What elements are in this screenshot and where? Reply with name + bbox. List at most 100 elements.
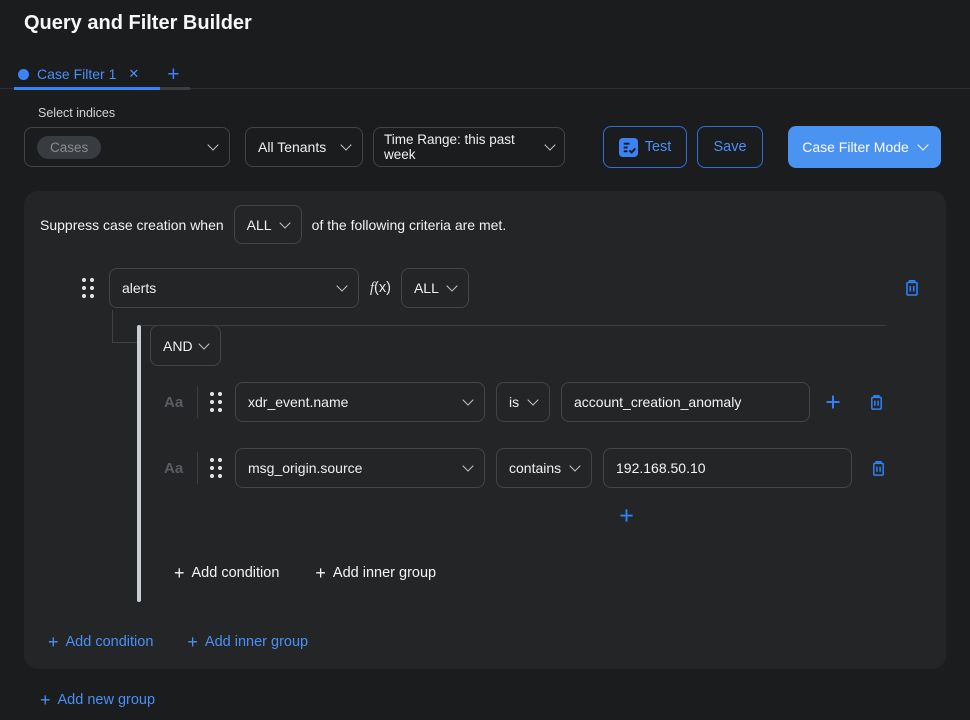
page-title: Query and Filter Builder <box>0 0 970 35</box>
suppress-rule-row: Suppress case creation when ALL of the f… <box>24 191 946 244</box>
add-inner-group-label: Add inner group <box>333 565 436 581</box>
group-connector-vertical <box>112 310 113 343</box>
drag-handle-icon[interactable] <box>82 278 94 298</box>
suppress-operator-dropdown[interactable]: ALL <box>234 205 302 244</box>
indices-selected-pill: Cases <box>37 136 101 159</box>
condition-operator-dropdown[interactable]: contains <box>496 448 592 488</box>
divider <box>197 386 198 418</box>
condition-value-input[interactable] <box>561 382 810 422</box>
add-inner-group-button[interactable]: + Add inner group <box>187 633 308 651</box>
save-button-label: Save <box>713 139 746 155</box>
suppress-operator-value: ALL <box>247 217 272 233</box>
divider <box>197 452 198 484</box>
suppress-suffix-text: of the following criteria are met. <box>312 217 507 233</box>
trash-icon <box>871 460 886 477</box>
add-condition-inline-button[interactable] <box>619 508 634 523</box>
time-range-selected-label: Time Range: this past week <box>384 132 546 162</box>
tab-bar: Case Filter 1 ✕ + <box>0 59 970 89</box>
chevron-down-icon <box>446 280 457 291</box>
plus-icon: + <box>174 564 185 582</box>
condition-row: Aa msg_origin.source contains <box>141 448 886 488</box>
condition-operator-value: contains <box>509 460 561 476</box>
toolbar: Cases All Tenants Time Range: this past … <box>0 126 970 168</box>
chevron-down-icon <box>569 460 580 471</box>
tenants-selected-label: All Tenants <box>258 139 326 155</box>
filter-builder-panel: Suppress case creation when ALL of the f… <box>24 191 946 669</box>
add-condition-button[interactable]: + Add condition <box>48 633 153 651</box>
chevron-down-icon <box>336 280 347 291</box>
inner-group-add-row: + Add condition + Add inner group <box>174 564 886 582</box>
plus-icon: + <box>48 633 59 651</box>
footer: + Add new group <box>40 691 970 709</box>
delete-group-button[interactable] <box>904 279 920 297</box>
chevron-down-icon <box>527 394 538 405</box>
add-new-group-label: Add new group <box>58 692 156 708</box>
chevron-down-icon <box>279 217 290 228</box>
plus-icon: + <box>315 564 326 582</box>
test-button[interactable]: Test <box>603 126 687 168</box>
chevron-down-icon <box>917 139 928 150</box>
suppress-prefix-text: Suppress case creation when <box>40 217 224 233</box>
add-new-group-button[interactable]: + Add new group <box>40 691 155 709</box>
condition-operator-value: is <box>509 394 519 410</box>
criteria-group: alerts f(x) ALL <box>24 268 946 651</box>
chevron-down-icon <box>544 139 555 150</box>
field-type-text-badge: Aa <box>164 460 191 477</box>
checklist-icon <box>619 138 638 157</box>
plus-icon: + <box>40 691 51 709</box>
logic-operator-dropdown[interactable]: AND <box>150 325 221 366</box>
delete-condition-button[interactable] <box>871 460 886 477</box>
tab-status-dot-icon <box>18 69 29 80</box>
trash-icon <box>869 394 884 411</box>
add-tab-button[interactable]: + <box>167 64 179 85</box>
tabbar-underline-extension <box>160 87 190 90</box>
add-condition-label: Add condition <box>66 634 154 650</box>
add-inner-group-label: Add inner group <box>205 634 308 650</box>
group-header-row: alerts f(x) ALL <box>24 268 946 308</box>
test-button-label: Test <box>645 139 672 155</box>
drag-handle-icon[interactable] <box>210 458 222 478</box>
time-range-dropdown[interactable]: Time Range: this past week <box>373 127 565 167</box>
condition-field-value: msg_origin.source <box>248 460 362 476</box>
condition-field-dropdown[interactable]: xdr_event.name <box>235 382 485 422</box>
plus-icon <box>619 508 634 523</box>
group-add-row: + Add condition + Add inner group <box>48 633 946 651</box>
save-button[interactable]: Save <box>697 126 763 168</box>
logic-operator-value: AND <box>163 338 193 354</box>
trash-icon <box>904 279 920 297</box>
add-inner-group-button[interactable]: + Add inner group <box>315 564 436 582</box>
tab-case-filter-1[interactable]: Case Filter 1 ✕ <box>14 59 145 89</box>
add-value-button[interactable] <box>825 394 841 410</box>
add-condition-label: Add condition <box>192 565 280 581</box>
case-filter-mode-dropdown-button[interactable]: Case Filter Mode <box>788 126 941 168</box>
case-filter-mode-label: Case Filter Mode <box>802 139 909 155</box>
field-type-text-badge: Aa <box>164 394 191 411</box>
group-connector-horizontal <box>112 342 138 343</box>
inner-condition-group: AND Aa xdr_event.name is <box>137 325 886 602</box>
condition-operator-dropdown[interactable]: is <box>496 382 550 422</box>
tab-close-icon[interactable]: ✕ <box>128 66 139 82</box>
select-indices-label: Select indices <box>38 106 970 120</box>
chevron-down-icon <box>340 139 351 150</box>
condition-value-input[interactable] <box>603 448 852 488</box>
chevron-down-icon <box>198 338 209 349</box>
indices-dropdown[interactable]: Cases <box>24 127 230 167</box>
group-operator-dropdown[interactable]: ALL <box>401 268 469 308</box>
plus-icon: + <box>187 633 198 651</box>
delete-condition-button[interactable] <box>869 394 884 411</box>
condition-row: Aa xdr_event.name is <box>141 382 886 422</box>
group-field-value: alerts <box>122 280 156 296</box>
tenants-dropdown[interactable]: All Tenants <box>245 127 363 167</box>
active-tab-underline <box>14 87 160 90</box>
condition-field-dropdown[interactable]: msg_origin.source <box>235 448 485 488</box>
group-field-dropdown[interactable]: alerts <box>109 268 359 308</box>
fx-label: f(x) <box>370 280 391 297</box>
chevron-down-icon <box>462 394 473 405</box>
tab-label: Case Filter 1 <box>37 66 116 82</box>
plus-icon <box>825 394 841 410</box>
condition-field-value: xdr_event.name <box>248 394 348 410</box>
group-operator-value: ALL <box>414 280 439 296</box>
drag-handle-icon[interactable] <box>210 392 222 412</box>
chevron-down-icon <box>207 139 218 150</box>
add-condition-button[interactable]: + Add condition <box>174 564 279 582</box>
